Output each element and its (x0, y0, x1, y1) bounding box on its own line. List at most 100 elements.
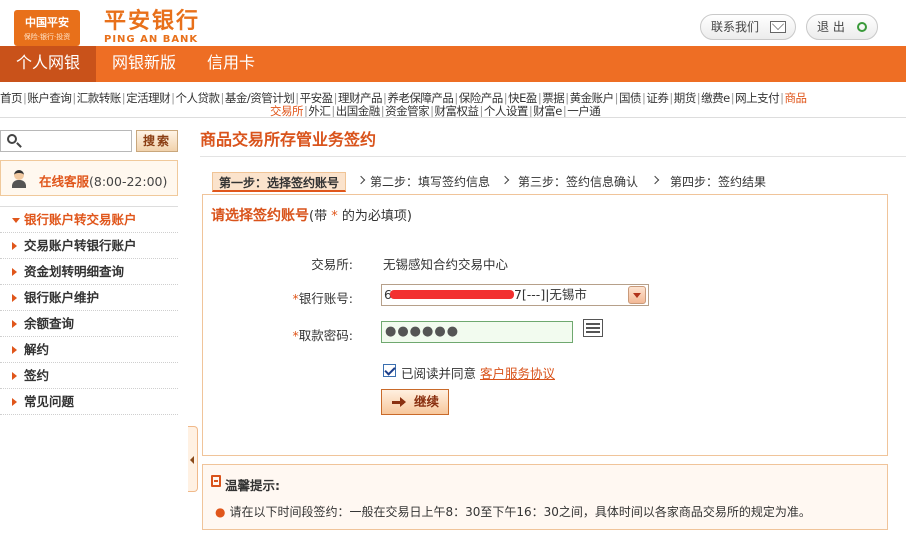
sub-nav-item[interactable]: 个人设置 (484, 104, 529, 117)
search-icon (7, 134, 17, 144)
section-note-post: 的为必填项) (337, 209, 412, 224)
sidebar-menu-item[interactable]: 银行账户维护 (0, 285, 178, 311)
sub-nav-item[interactable]: 平安盈 (300, 91, 334, 105)
page-title: 商品交易所存管业务签约 (200, 130, 377, 149)
sub-nav-item[interactable]: 快E盈 (508, 91, 537, 105)
signing-form: 请选择签约账号(带 * 的为必填项) 交易所: 无锡感知合约交易中心 *银行账号… (202, 194, 888, 456)
sidebar-menu-item[interactable]: 常见问题 (0, 389, 178, 415)
sub-nav-row1: 首页|账户查询|汇款转账|定活理财|个人贷款|基金/资管计划|平安盈|理财产品|… (0, 91, 807, 105)
sidebar-menu-label: 常见问题 (24, 394, 75, 409)
exit-button[interactable]: 退 出 (806, 14, 878, 40)
sub-nav-item[interactable]: 商品 (784, 91, 807, 105)
sub-nav-item[interactable]: 网上支付 (735, 91, 780, 105)
agent-avatar-icon (11, 170, 27, 188)
sub-nav-item[interactable]: 汇款转账 (77, 91, 122, 105)
sub-nav-item[interactable]: 财富权益 (435, 104, 480, 117)
sub-nav-item[interactable]: 资金管家 (385, 104, 430, 117)
triangle-down-icon (12, 218, 20, 223)
main-nav: 个人网银 网银新版 信用卡 (0, 46, 906, 82)
chevron-down-icon[interactable] (628, 286, 646, 304)
step-4: 第四步：签约结果 (670, 175, 767, 189)
tips-box: 温馨提示: ● 请在以下时间段签约：一般在交易日上午8：30至下午16：30之间，… (202, 464, 888, 530)
bank-name-cn: 平安银行 (104, 9, 201, 34)
sub-nav-item[interactable]: 外汇 (308, 104, 331, 117)
sidebar-menu-item[interactable]: 解约 (0, 337, 178, 363)
chevron-right-icon (356, 175, 366, 185)
agree-label: 已阅读并同意 (401, 366, 477, 381)
keyboard-icon[interactable] (583, 319, 603, 337)
search-button[interactable]: 搜索 (136, 130, 178, 152)
sub-nav: 首页|账户查询|汇款转账|定活理财|个人贷款|基金/资管计划|平安盈|理财产品|… (0, 82, 906, 118)
sidebar-menu-item[interactable]: 余额查询 (0, 311, 178, 337)
sidebar-menu-label: 资金划转明细查询 (24, 264, 125, 279)
step-1: 第一步：选择签约账号 (212, 172, 347, 192)
continue-button[interactable]: 继续 (381, 389, 449, 415)
sidebar-menu-label: 余额查询 (24, 316, 75, 331)
sub-nav-item[interactable]: 出国金融 (336, 104, 381, 117)
sub-nav-item[interactable]: 缴费e (701, 91, 730, 105)
sidebar: 搜索 在线客服(8:00-22:00) 银行账户转交易账户 交易账户转银行账户 资金… (0, 126, 188, 536)
pingan-group-logo[interactable]: 中国平安 保险·银行·投资 (14, 10, 80, 46)
sidebar-menu-item[interactable]: 银行账户转交易账户 (0, 207, 178, 233)
sub-nav-item[interactable]: 财富e (533, 104, 562, 117)
account-select[interactable]: 6 7[---]|无锡市 (381, 284, 649, 306)
agree-checkbox[interactable] (383, 364, 396, 377)
tab-personal-banking[interactable]: 个人网银 (0, 46, 96, 82)
triangle-right-icon (12, 242, 17, 250)
sub-nav-item[interactable]: 理财产品 (338, 91, 383, 105)
password-label: *取款密码: (292, 328, 353, 343)
sidebar-menu: 银行账户转交易账户 交易账户转银行账户 资金划转明细查询银行账户维护余额查询解约签约… (0, 206, 178, 415)
agree-text: 已阅读并同意 客户服务协议 (401, 363, 555, 382)
sub-nav-item[interactable]: 个人贷款 (176, 91, 221, 105)
tab-new-version[interactable]: 网银新版 (96, 46, 192, 82)
sub-nav-item[interactable]: 证券 (646, 91, 669, 105)
sidebar-menu-label: 交易账户转银行账户 (24, 238, 137, 253)
sidebar-menu-item[interactable]: 资金划转明细查询 (0, 259, 178, 285)
triangle-right-icon (12, 398, 17, 406)
password-input[interactable]: ●●●●●● (381, 321, 573, 343)
sub-nav-item[interactable]: 养老保障产品 (387, 91, 454, 105)
logo-line1: 中国平安 (25, 16, 69, 29)
header: 中国平安 保险·银行·投资 平安银行 PING AN BANK 联系我们 退 出 (0, 0, 906, 46)
step-2: 第二步：填写签约信息 (370, 175, 491, 189)
sidebar-menu-item[interactable]: 交易账户转银行账户 (0, 233, 178, 259)
sub-nav-item[interactable]: 期货 (674, 91, 697, 105)
title-divider (200, 156, 906, 157)
sub-nav-item[interactable]: 基金/资管计划 (225, 91, 295, 105)
step-3: 第三步：签约信息确认 (518, 175, 639, 189)
online-service[interactable]: 在线客服(8:00-22:00) (0, 160, 178, 196)
sidebar-collapse-handle[interactable] (188, 426, 198, 492)
service-hours: (8:00-22:00) (89, 174, 168, 189)
exit-label: 退 出 (817, 20, 845, 34)
bank-logo[interactable]: 平安银行 PING AN BANK (104, 10, 200, 46)
sidebar-menu-item[interactable]: 签约 (0, 363, 178, 389)
triangle-right-icon (12, 346, 17, 354)
account-suffix: 7[---]|无锡市 (513, 287, 587, 302)
service-agreement-link[interactable]: 客户服务协议 (480, 366, 555, 381)
sidebar-menu-label: 解约 (24, 342, 50, 357)
sub-nav-item[interactable]: 保险产品 (459, 91, 504, 105)
sidebar-menu-label: 银行账户转交易账户 (24, 212, 137, 227)
notice-icon (211, 475, 221, 487)
sub-nav-item[interactable]: 一户通 (567, 104, 601, 117)
sub-nav-item[interactable]: 交易所 (270, 104, 304, 117)
account-label: *银行账号: (292, 291, 353, 306)
sub-nav-item[interactable]: 国债 (619, 91, 642, 105)
sub-nav-item[interactable]: 定活理财 (126, 91, 171, 105)
sub-nav-item[interactable]: 账户查询 (27, 91, 72, 105)
triangle-right-icon (12, 320, 17, 328)
contact-us-button[interactable]: 联系我们 (700, 14, 796, 40)
sub-nav-item[interactable]: 首页 (0, 91, 23, 105)
bank-name-en: PING AN BANK (104, 34, 199, 45)
sub-nav-item[interactable]: 票据 (542, 91, 565, 105)
service-label: 在线客服 (39, 174, 90, 189)
sub-nav-item[interactable]: 黄金账户 (570, 91, 615, 105)
logo-line2: 保险·银行·投资 (23, 33, 71, 41)
triangle-right-icon (12, 372, 17, 380)
search-input[interactable] (0, 130, 132, 152)
main-content: 商品交易所存管业务签约 第一步：选择签约账号 第二步：填写签约信息 第三步：签约… (200, 118, 906, 536)
sidebar-search: 搜索 (0, 130, 188, 154)
exchange-label: 交易所: (311, 257, 353, 272)
online-service-label: 在线客服(8:00-22:00) (39, 171, 167, 190)
tab-credit-card[interactable]: 信用卡 (192, 46, 270, 82)
